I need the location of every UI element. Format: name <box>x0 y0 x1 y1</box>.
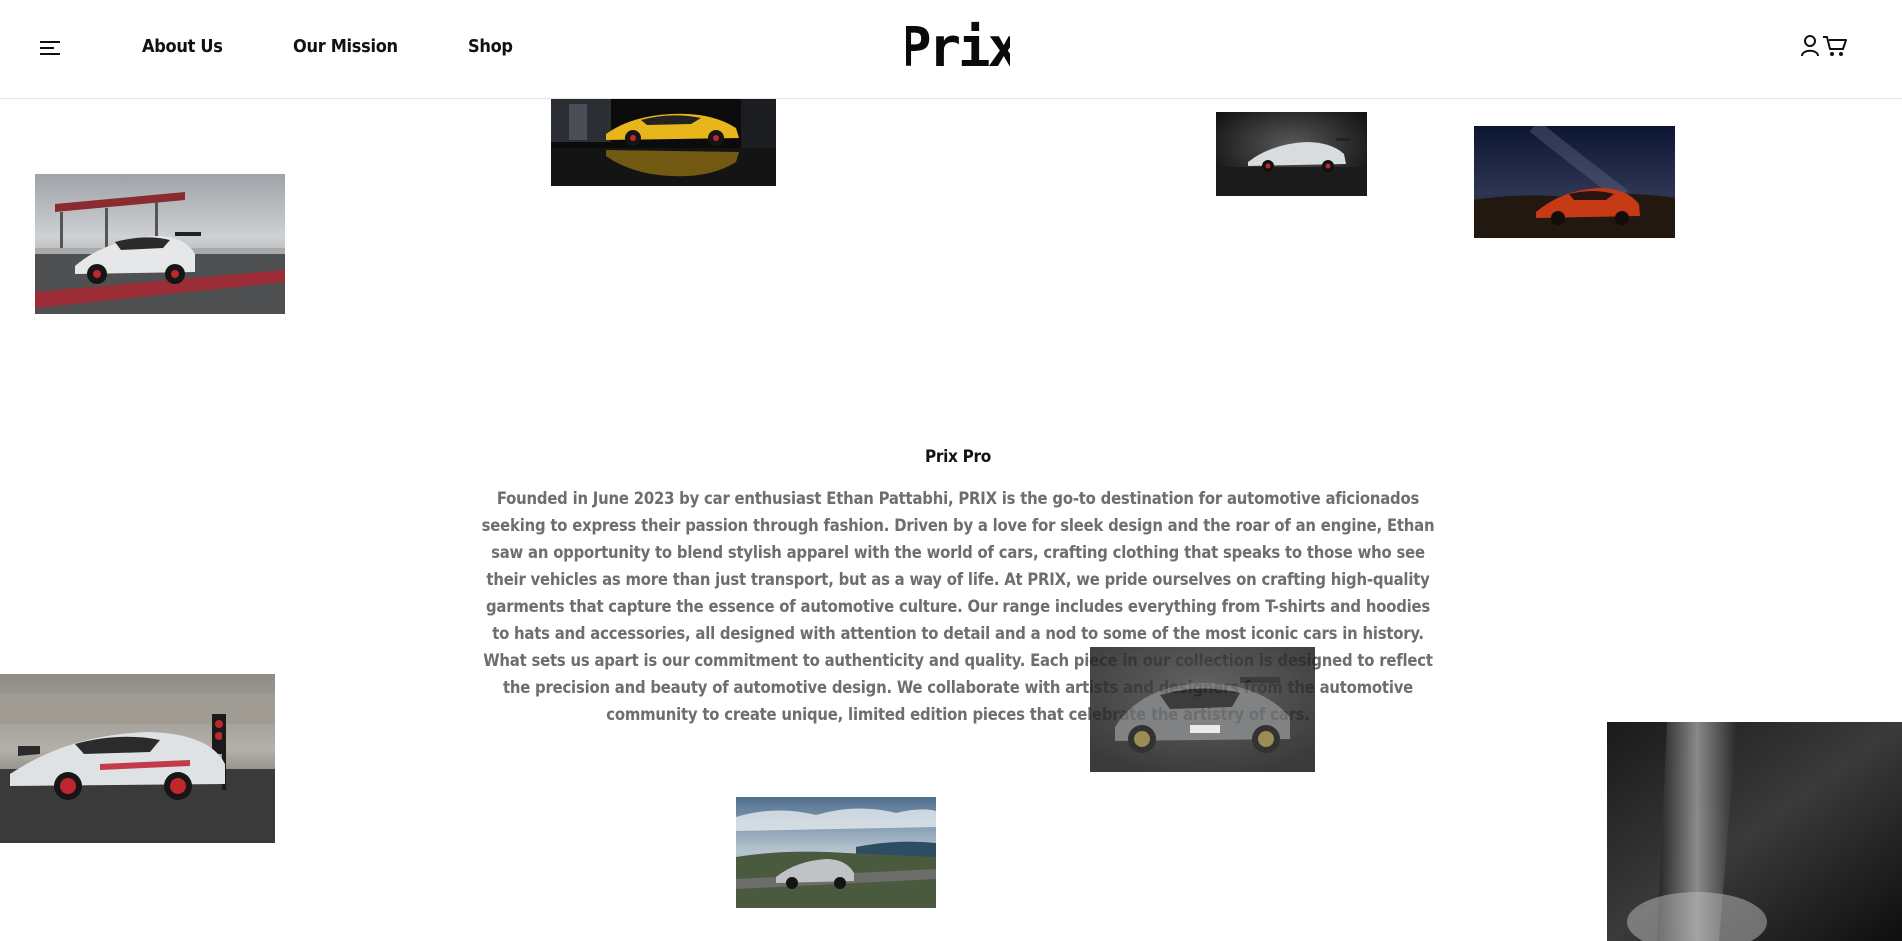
page: About Us Our Mission Shop Prix Prix Pro … <box>0 0 1902 941</box>
nav-link-our-mission[interactable]: Our Mission <box>293 36 398 57</box>
hamburger-menu-icon[interactable] <box>40 40 60 56</box>
gt3rs-pit-lane-photo <box>0 674 275 843</box>
nav-link-shop[interactable]: Shop <box>468 36 513 57</box>
nav-link-about-us[interactable]: About Us <box>142 36 223 57</box>
grey-gt2rs-photo <box>1090 647 1315 772</box>
white-gt3-studio-photo <box>1216 112 1367 196</box>
site-header: About Us Our Mission Shop Prix <box>0 0 1902 99</box>
brand-logo[interactable]: Prix <box>899 16 1023 79</box>
about-section-title: Prix Pro <box>924 447 992 468</box>
red-porsche-night-sky-photo <box>1474 126 1675 238</box>
user-icon[interactable] <box>1800 34 1820 58</box>
dark-abstract-light-photo <box>1607 722 1902 941</box>
brand-wordmark: Prix <box>906 16 1010 74</box>
white-gt3rs-track-photo <box>35 174 285 314</box>
silver-porsche-coast-photo <box>736 797 936 908</box>
yellow-porsche-showroom-photo <box>551 98 776 186</box>
cart-icon[interactable] <box>1822 34 1848 58</box>
